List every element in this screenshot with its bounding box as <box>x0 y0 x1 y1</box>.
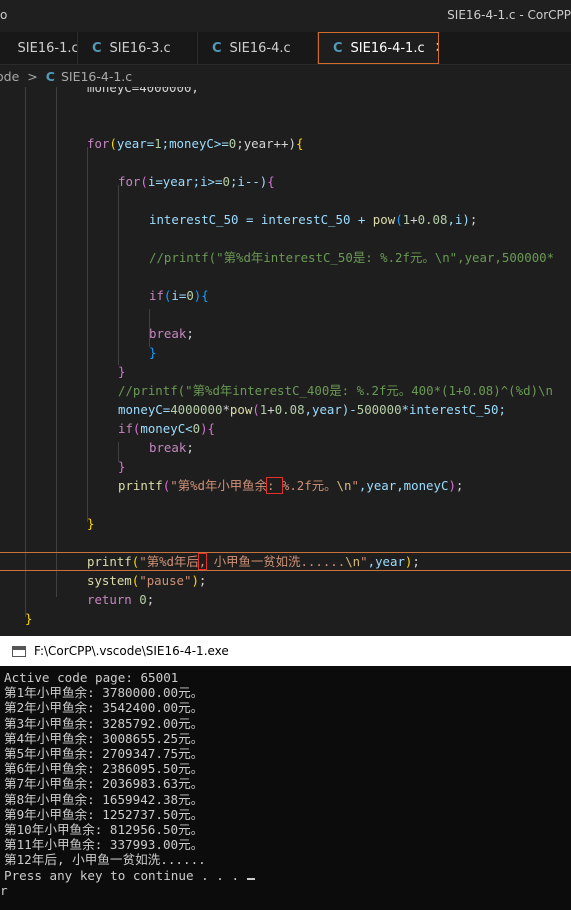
tab-label: SIE16-3.c <box>109 40 171 56</box>
indent-guide <box>56 87 57 597</box>
code-line: if(moneyC<0){ <box>118 421 216 436</box>
code-line: printf("第%d年小甲鱼余: %.2f元。\n",year,moneyC)… <box>118 477 464 494</box>
tab-sie16-1[interactable]: C SIE16-1.c <box>0 32 78 64</box>
console-line: 第11年小甲鱼余: 337993.00元。 <box>4 837 204 853</box>
code-line: return 0; <box>87 592 155 607</box>
tab-sie16-4-1[interactable]: C SIE16-4-1.c ✕ <box>318 32 439 64</box>
console-line: 第10年小甲鱼余: 812956.50元。 <box>4 822 204 838</box>
breadcrumb: ode > C SIE16-4-1.c <box>0 65 571 87</box>
text-cursor <box>246 877 255 880</box>
editor-tab-bar: C SIE16-1.c C SIE16-3.c C SIE16-4.c C SI… <box>0 32 571 65</box>
console-title-bar[interactable]: F:\CorCPP\.vscode\SIE16-4-1.exe <box>0 636 571 666</box>
code-line: for(year=1;moneyC>=0;year++){ <box>87 136 304 151</box>
console-line: 第2年小甲鱼余: 3542400.00元。 <box>4 700 204 716</box>
indent-guide <box>118 185 119 365</box>
console-output: Active code page: 65001 第1年小甲鱼余: 3780000.… <box>0 670 255 898</box>
title-left-fragment: o <box>0 8 8 22</box>
window-title: SIE16-4-1.c - CorCPP <box>447 8 571 22</box>
indent-guide <box>25 87 26 617</box>
code-line: system("pause"); <box>87 573 207 588</box>
console-window[interactable]: F:\CorCPP\.vscode\SIE16-4-1.exe Active c… <box>0 636 571 910</box>
tab-sie16-4[interactable]: C SIE16-4.c <box>198 32 318 64</box>
close-icon[interactable]: ✕ <box>435 40 438 56</box>
chevron-right-icon: > <box>27 68 38 84</box>
console-line: 第12年后, 小甲鱼一贫如洗...... <box>4 852 206 868</box>
c-file-icon: C <box>45 68 55 84</box>
tab-sie16-3[interactable]: C SIE16-3.c <box>78 32 198 64</box>
code-line: } <box>118 459 126 474</box>
console-title: F:\CorCPP\.vscode\SIE16-4-1.exe <box>34 644 229 658</box>
code-line: } <box>149 345 157 360</box>
console-app-icon <box>12 645 26 657</box>
console-line: 第7年小甲鱼余: 2036983.63元。 <box>4 776 204 792</box>
code-line: moneyC=4000000*pow(1+0.08,year)-500000*i… <box>118 402 506 417</box>
tab-label: SIE16-4-1.c <box>350 40 425 56</box>
code-line: printf("第%d年后, 小甲鱼一贫如洗......\n",year); <box>87 553 420 570</box>
console-line: 第5年小甲鱼余: 2709347.75元。 <box>4 746 204 762</box>
breadcrumb-folder[interactable]: ode <box>0 69 19 84</box>
window-title-bar: o SIE16-4-1.c - CorCPP <box>0 0 571 32</box>
code-line: for(i=year;i>=0;i--){ <box>118 174 275 189</box>
console-line: Press any key to continue . . . <box>4 868 255 883</box>
code-line: } <box>118 364 126 379</box>
code-editor[interactable]: moneyC=4000000; for(year=1;moneyC>=0;yea… <box>0 87 571 635</box>
tab-label: SIE16-4.c <box>229 40 291 56</box>
code-line: break; <box>149 326 194 341</box>
code-line: //printf("第%d年interestC_400是: %.2f元。400*… <box>118 383 553 398</box>
c-file-icon: C <box>92 40 102 56</box>
code-line: } <box>87 516 95 531</box>
highlight-box: : <box>265 477 283 494</box>
tab-label: SIE16-1.c <box>17 40 78 56</box>
console-line: 第1年小甲鱼余: 3780000.00元。 <box>4 685 204 701</box>
code-line: break; <box>149 440 194 455</box>
console-line: r <box>0 882 8 898</box>
console-line: 第9年小甲鱼余: 1252737.50元。 <box>4 806 204 822</box>
code-line: //printf("第%d年interestC_50是: %.2f元。\n",y… <box>149 250 555 265</box>
console-line: 第3年小甲鱼余: 3285792.00元。 <box>4 715 204 731</box>
c-file-icon: C <box>212 40 222 56</box>
console-line: 第4年小甲鱼余: 3008655.25元。 <box>4 730 204 746</box>
indent-guide <box>87 147 88 522</box>
code-line: } <box>25 611 33 626</box>
breadcrumb-file[interactable]: SIE16-4-1.c <box>61 69 132 84</box>
code-line: moneyC=4000000; <box>87 87 199 95</box>
c-file-icon: C <box>333 40 343 56</box>
console-line: 第6年小甲鱼余: 2386095.50元。 <box>4 761 204 777</box>
code-line: if(i=0){ <box>149 288 209 303</box>
code-line: interestC_50 = interestC_50 + pow(1+0.08… <box>149 212 478 227</box>
console-line: Active code page: 65001 <box>4 670 179 685</box>
console-line: 第8年小甲鱼余: 1659942.38元。 <box>4 791 204 807</box>
